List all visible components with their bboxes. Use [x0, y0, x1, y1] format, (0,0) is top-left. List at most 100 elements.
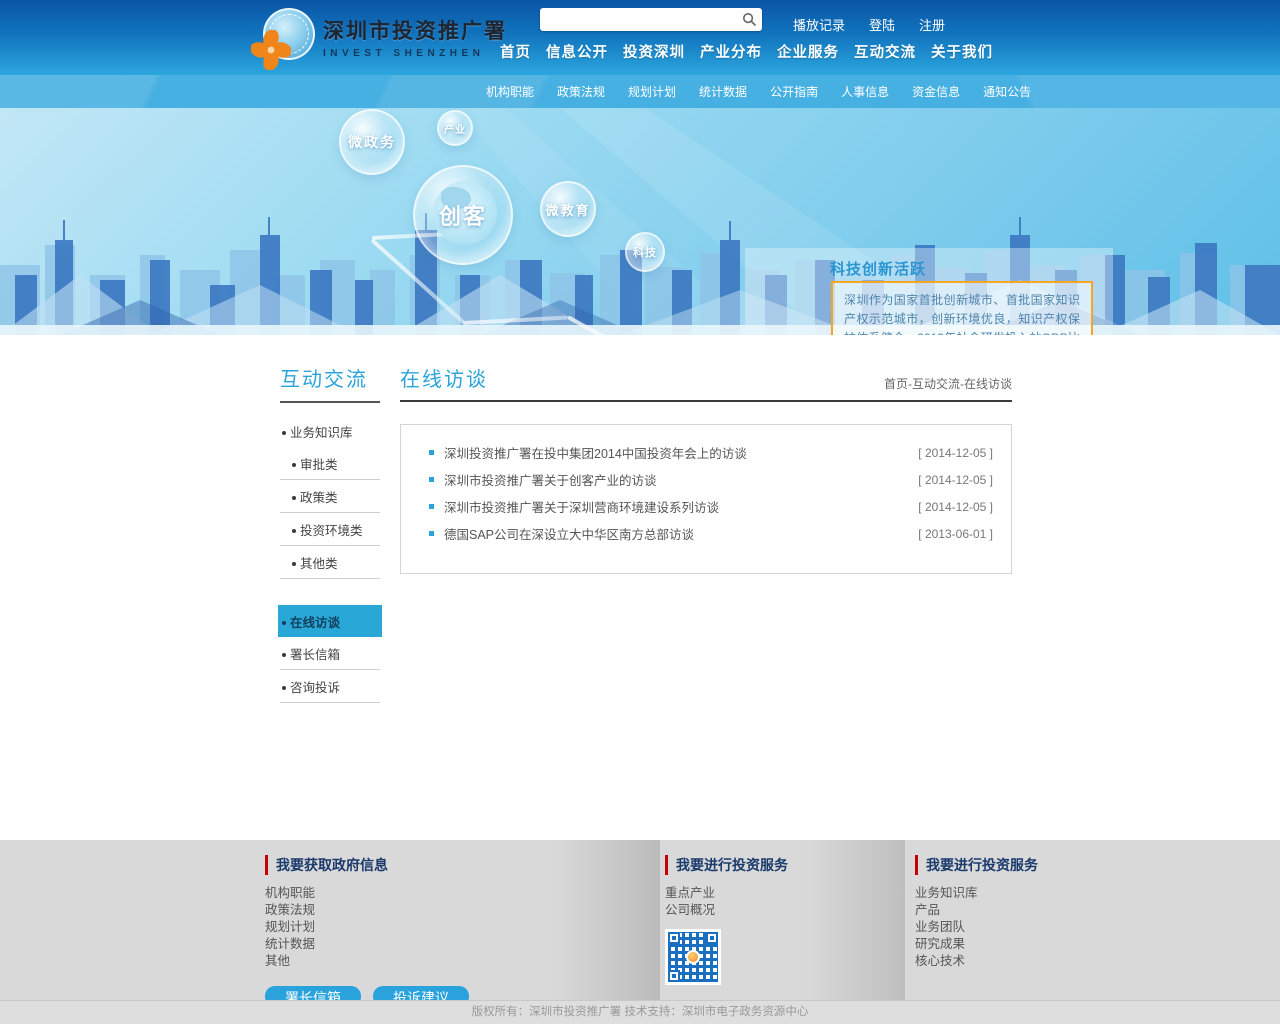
copyright-bar: 版权所有：深圳市投资推广署 技术支持：深圳市电子政务资源中心: [0, 1000, 1280, 1024]
subnav-statistics[interactable]: 统计数据: [699, 83, 747, 100]
sidebar-item-consult-complaint[interactable]: 咨询投诉: [280, 670, 380, 703]
content-area: 互动交流 业务知识库 审批类 政策类 投资环境类 其他类: [0, 335, 1280, 840]
footer-col-government-info: 我要获取政府信息 机构职能 政策法规 规划计划 统计数据 其他 署长信箱 投诉建…: [265, 855, 545, 1007]
link-play-history[interactable]: 播放记录: [793, 15, 845, 34]
bullet-square-icon: [429, 477, 434, 482]
hero-paragraph: 深圳作为国家首批创新城市、首批国家知识产权示范城市，创新环境优良，知识产权保护体…: [844, 291, 1080, 335]
interview-link[interactable]: 深圳市投资推广署关于深圳营商环境建设系列访谈: [444, 497, 918, 516]
sidebar-spacer: [280, 579, 380, 605]
header: 深圳市投资推广署 INVEST SHENZHEN 播放记录 登陆 注册 首页 信…: [0, 0, 1280, 75]
bubble-micro-education[interactable]: 微教育: [540, 181, 596, 237]
nav-interaction[interactable]: 互动交流: [854, 41, 916, 62]
bullet-icon: [282, 621, 286, 625]
list-item: 深圳市投资推广署关于创客产业的访谈 [ 2014-12-05 ]: [429, 466, 993, 493]
subnav-agency-functions[interactable]: 机构职能: [486, 83, 534, 100]
top-links: 播放记录 登陆 注册: [793, 15, 945, 34]
nav-enterprise-services[interactable]: 企业服务: [777, 41, 839, 62]
subnav-notices[interactable]: 通知公告: [983, 83, 1031, 100]
footer-link-planning[interactable]: 规划计划: [265, 919, 545, 936]
footer-link-products[interactable]: 产品: [915, 902, 1095, 919]
nav-info-disclosure[interactable]: 信息公开: [546, 41, 608, 62]
main-header: 在线访谈 首页-互动交流-在线访谈: [400, 363, 1012, 402]
interview-date: [ 2014-12-05 ]: [918, 473, 993, 487]
link-register[interactable]: 注册: [919, 15, 945, 34]
bubble-industry[interactable]: 产业: [437, 110, 473, 146]
subnav-personnel[interactable]: 人事信息: [841, 83, 889, 100]
bubble-micro-government[interactable]: 微政务: [339, 109, 405, 175]
list-item: 深圳市投资推广署关于深圳营商环境建设系列访谈 [ 2014-12-05 ]: [429, 493, 993, 520]
sidebar-item-policy[interactable]: 政策类: [280, 480, 380, 513]
interview-link[interactable]: 德国SAP公司在深设立大中华区南方总部访谈: [444, 524, 918, 543]
nav-industry-distribution[interactable]: 产业分布: [700, 41, 762, 62]
search-icon: [742, 12, 757, 27]
subnav-funding[interactable]: 资金信息: [912, 83, 960, 100]
hero-panel-title: 科技创新活跃: [830, 258, 926, 279]
qr-finder-icon: [668, 932, 680, 944]
sidebar-item-approval[interactable]: 审批类: [280, 447, 380, 480]
flower-icon: [251, 30, 291, 70]
footer-col-title: 我要进行投资服务: [915, 855, 1095, 875]
footer-col-title: 我要进行投资服务: [665, 855, 845, 875]
hero-text-box: 深圳作为国家首批创新城市、首批国家知识产权示范城市，创新环境优良，知识产权保护体…: [831, 281, 1093, 335]
breadcrumb[interactable]: 首页-互动交流-在线访谈: [884, 375, 1012, 392]
footer-link-other[interactable]: 其他: [265, 953, 545, 970]
sidebar-item-knowledge-base[interactable]: 业务知识库: [280, 415, 380, 447]
interview-list: 深圳投资推广署在投中集团2014中国投资年会上的访谈 [ 2014-12-05 …: [400, 424, 1012, 574]
page-title: 在线访谈: [400, 363, 488, 392]
logo[interactable]: 深圳市投资推广署 INVEST SHENZHEN: [255, 8, 507, 66]
bullet-icon: [282, 431, 286, 435]
qr-pattern: [668, 932, 718, 982]
bullet-square-icon: [429, 504, 434, 509]
subnav-planning[interactable]: 规划计划: [628, 83, 676, 100]
bullet-square-icon: [429, 450, 434, 455]
bullet-icon: [292, 496, 296, 500]
footer-link-policies[interactable]: 政策法规: [265, 902, 545, 919]
footer-links: 机构职能 政策法规 规划计划 统计数据 其他: [265, 885, 545, 970]
footer-link-agency-functions[interactable]: 机构职能: [265, 885, 545, 902]
sidebar: 互动交流 业务知识库 审批类 政策类 投资环境类 其他类: [280, 363, 380, 703]
nav-home[interactable]: 首页: [500, 41, 531, 62]
subnav-disclosure-guide[interactable]: 公开指南: [770, 83, 818, 100]
search-input[interactable]: [540, 8, 736, 31]
sidebar-item-director-mailbox[interactable]: 署长信箱: [280, 637, 380, 670]
subnav-items: 机构职能 政策法规 规划计划 统计数据 公开指南 人事信息 资金信息 通知公告: [486, 83, 1031, 100]
footer-col-business: 我要进行投资服务 业务知识库 产品 业务团队 研究成果 核心技术: [915, 855, 1095, 970]
bullet-icon: [292, 463, 296, 467]
bullet-icon: [292, 562, 296, 566]
nav-about-us[interactable]: 关于我们: [931, 41, 993, 62]
interview-link[interactable]: 深圳投资推广署在投中集团2014中国投资年会上的访谈: [444, 443, 918, 462]
bullet-icon: [282, 686, 286, 690]
link-login[interactable]: 登陆: [869, 15, 895, 34]
nav-invest-shenzhen[interactable]: 投资深圳: [623, 41, 685, 62]
page: 深圳市投资推广署 INVEST SHENZHEN 播放记录 登陆 注册 首页 信…: [0, 0, 1280, 1024]
search-button[interactable]: [736, 8, 762, 31]
sidebar-list: 业务知识库 审批类 政策类 投资环境类 其他类 在线访谈: [280, 415, 380, 703]
main-nav: 首页 信息公开 投资深圳 产业分布 企业服务 互动交流 关于我们: [500, 41, 993, 62]
hero-info-panel: 科技创新活跃 深圳作为国家首批创新城市、首批国家知识产权示范城市，创新环境优良，…: [745, 248, 1113, 335]
qr-finder-icon: [706, 932, 718, 944]
bullet-icon: [292, 529, 296, 533]
interview-date: [ 2014-12-05 ]: [918, 446, 993, 460]
bubble-technology[interactable]: 科技: [625, 232, 665, 272]
footer-col-title: 我要获取政府信息: [265, 855, 545, 875]
footer-link-core-tech[interactable]: 核心技术: [915, 953, 1095, 970]
sidebar-item-investment-env[interactable]: 投资环境类: [280, 513, 380, 546]
footer-link-statistics[interactable]: 统计数据: [265, 936, 545, 953]
footer-links: 业务知识库 产品 业务团队 研究成果 核心技术: [915, 885, 1095, 970]
interview-link[interactable]: 深圳市投资推广署关于创客产业的访谈: [444, 470, 918, 489]
bullet-square-icon: [429, 531, 434, 536]
sidebar-item-other[interactable]: 其他类: [280, 546, 380, 579]
qr-finder-icon: [668, 970, 680, 982]
footer-link-team[interactable]: 业务团队: [915, 919, 1095, 936]
footer-link-company-profile[interactable]: 公司概况: [665, 902, 845, 919]
subnav-policies[interactable]: 政策法规: [557, 83, 605, 100]
footer-col-invest-services: 我要进行投资服务 重点产业 公司概况: [665, 855, 845, 985]
footer-link-key-industries[interactable]: 重点产业: [665, 885, 845, 902]
qr-code: [665, 929, 721, 985]
search-box: [540, 8, 762, 31]
footer-link-knowledge-base[interactable]: 业务知识库: [915, 885, 1095, 902]
footer-link-research[interactable]: 研究成果: [915, 936, 1095, 953]
hero-banner: 微政务 产业 创客 微教育 科技 科技创新活跃 深圳作为国家首批创新城市、首批国…: [0, 108, 1280, 335]
bubble-maker[interactable]: 创客: [413, 165, 513, 265]
sidebar-item-online-interview[interactable]: 在线访谈: [278, 605, 382, 637]
